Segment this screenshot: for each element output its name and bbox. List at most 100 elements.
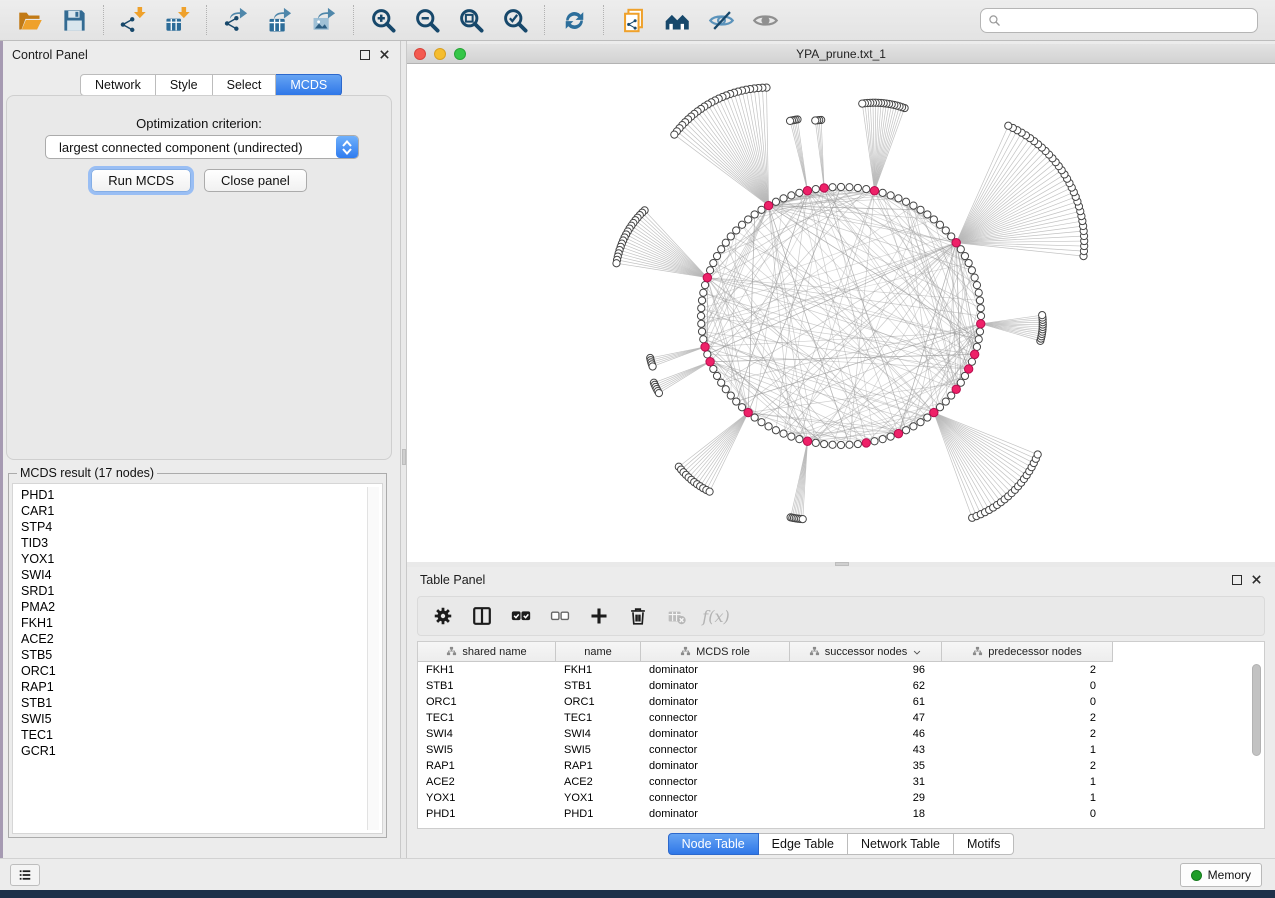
table-row[interactable]: SWI4SWI4dominator462: [418, 726, 1264, 742]
table-cell: PHD1: [418, 806, 556, 822]
zoom-out-icon[interactable]: [410, 4, 444, 36]
tab-motifs[interactable]: Motifs: [954, 833, 1014, 855]
table-cell: 0: [942, 806, 1113, 822]
toolbar-separator: [603, 5, 604, 35]
table-cell: SWI4: [418, 726, 556, 742]
tab-network-table[interactable]: Network Table: [848, 833, 954, 855]
memory-button[interactable]: Memory: [1180, 863, 1262, 887]
mcds-result-item[interactable]: RAP1: [21, 679, 382, 695]
close-panel-icon[interactable]: [379, 49, 390, 60]
export-network-icon[interactable]: [219, 4, 253, 36]
gear-icon[interactable]: [428, 601, 458, 631]
zoom-fit-icon[interactable]: [454, 4, 488, 36]
panel-list-button[interactable]: [10, 864, 40, 886]
stepper-icon: [336, 136, 358, 158]
table-cell: connector: [641, 710, 790, 726]
table-row[interactable]: SWI5SWI5connector431: [418, 742, 1264, 758]
table-row[interactable]: STB1STB1dominator620: [418, 678, 1264, 694]
table-cell: 1: [942, 790, 1113, 806]
table-row[interactable]: ORC1ORC1dominator610: [418, 694, 1264, 710]
table-cell: 29: [790, 790, 942, 806]
houses-icon[interactable]: [660, 4, 694, 36]
table-row[interactable]: TEC1TEC1connector472: [418, 710, 1264, 726]
result-scrollbar-track[interactable]: [367, 487, 379, 830]
mcds-result-item[interactable]: ACE2: [21, 631, 382, 647]
tab-select[interactable]: Select: [213, 74, 277, 96]
float-panel-icon[interactable]: [1232, 575, 1242, 585]
refresh-icon[interactable]: [557, 4, 591, 36]
trash-icon[interactable]: [623, 601, 653, 631]
table-cell: SWI5: [418, 742, 556, 758]
tab-style[interactable]: Style: [156, 74, 213, 96]
float-panel-icon[interactable]: [360, 50, 370, 60]
table-cell: 47: [790, 710, 942, 726]
search-icon: [988, 14, 1001, 27]
splitter-grip[interactable]: [402, 449, 406, 465]
table-cell: YOX1: [556, 790, 641, 806]
save-icon[interactable]: [57, 4, 91, 36]
tab-network[interactable]: Network: [80, 74, 156, 96]
vertical-splitter[interactable]: [400, 41, 407, 858]
mcds-result-item[interactable]: SWI5: [21, 711, 382, 727]
mcds-result-item[interactable]: STB1: [21, 695, 382, 711]
mcds-result-item[interactable]: TEC1: [21, 727, 382, 743]
import-table-icon[interactable]: [160, 4, 194, 36]
show-eye-icon[interactable]: [748, 4, 782, 36]
mcds-result-item[interactable]: SWI4: [21, 567, 382, 583]
mcds-result-item[interactable]: STP4: [21, 519, 382, 535]
splitter-grip[interactable]: [835, 562, 849, 566]
search-box[interactable]: [980, 8, 1258, 33]
table-row[interactable]: ACE2ACE2connector311: [418, 774, 1264, 790]
network-window-titlebar[interactable]: YPA_prune.txt_1: [407, 44, 1275, 64]
column-header-MCDS-role[interactable]: MCDS role: [641, 642, 790, 662]
mcds-result-item[interactable]: CAR1: [21, 503, 382, 519]
network-graph[interactable]: [407, 64, 1275, 562]
mcds-result-item[interactable]: ORC1: [21, 663, 382, 679]
zoom-in-icon[interactable]: [366, 4, 400, 36]
control-panel: Control Panel NetworkStyleSelectMCDS Opt…: [3, 41, 400, 858]
mcds-result-item[interactable]: STB5: [21, 647, 382, 663]
toolbar-separator: [353, 5, 354, 35]
mcds-result-item[interactable]: YOX1: [21, 551, 382, 567]
scrollbar-thumb[interactable]: [1252, 664, 1261, 756]
mcds-result-item[interactable]: FKH1: [21, 615, 382, 631]
tab-edge-table[interactable]: Edge Table: [759, 833, 848, 855]
table-scrollbar[interactable]: [1252, 664, 1262, 824]
network-doc-icon[interactable]: [616, 4, 650, 36]
tab-mcds[interactable]: MCDS: [276, 74, 342, 96]
import-network-icon[interactable]: [116, 4, 150, 36]
run-mcds-button[interactable]: Run MCDS: [91, 169, 191, 192]
close-panel-button[interactable]: Close panel: [204, 169, 307, 192]
hide-eye-icon[interactable]: [704, 4, 738, 36]
zoom-selected-icon[interactable]: [498, 4, 532, 36]
table-row[interactable]: FKH1FKH1dominator962: [418, 662, 1264, 678]
plus-icon[interactable]: [584, 601, 614, 631]
column-header-shared-name[interactable]: shared name: [418, 642, 556, 662]
folder-open-icon[interactable]: [13, 4, 47, 36]
close-panel-icon[interactable]: [1251, 574, 1262, 585]
export-image-icon[interactable]: [307, 4, 341, 36]
search-input[interactable]: [1006, 14, 1250, 28]
export-table-icon[interactable]: [263, 4, 297, 36]
mcds-result-item[interactable]: PMA2: [21, 599, 382, 615]
mcds-result-item[interactable]: SRD1: [21, 583, 382, 599]
optimization-select[interactable]: largest connected component (undirected): [45, 135, 359, 159]
table-row[interactable]: YOX1YOX1connector291: [418, 790, 1264, 806]
table-row[interactable]: RAP1RAP1dominator352: [418, 758, 1264, 774]
columns-icon[interactable]: [467, 601, 497, 631]
mcds-result-item[interactable]: GCR1: [21, 743, 382, 759]
network-canvas[interactable]: [407, 64, 1275, 562]
select-all-icon[interactable]: [506, 601, 536, 631]
mcds-result-box: MCDS result (17 nodes) PHD1CAR1STP4TID3Y…: [8, 466, 387, 838]
deselect-all-icon[interactable]: [545, 601, 575, 631]
column-header-name[interactable]: name: [556, 642, 641, 662]
table-row[interactable]: PHD1PHD1dominator180: [418, 806, 1264, 822]
mcds-result-list[interactable]: PHD1CAR1STP4TID3YOX1SWI4SRD1PMA2FKH1ACE2…: [12, 483, 383, 834]
control-panel-title: Control Panel: [12, 48, 88, 62]
mcds-result-item[interactable]: TID3: [21, 535, 382, 551]
column-header-predecessor-nodes[interactable]: predecessor nodes: [942, 642, 1113, 662]
mcds-result-item[interactable]: PHD1: [21, 487, 382, 503]
tab-node-table[interactable]: Node Table: [668, 833, 759, 855]
column-header-successor-nodes[interactable]: successor nodes: [790, 642, 942, 662]
table-cell: 96: [790, 662, 942, 678]
